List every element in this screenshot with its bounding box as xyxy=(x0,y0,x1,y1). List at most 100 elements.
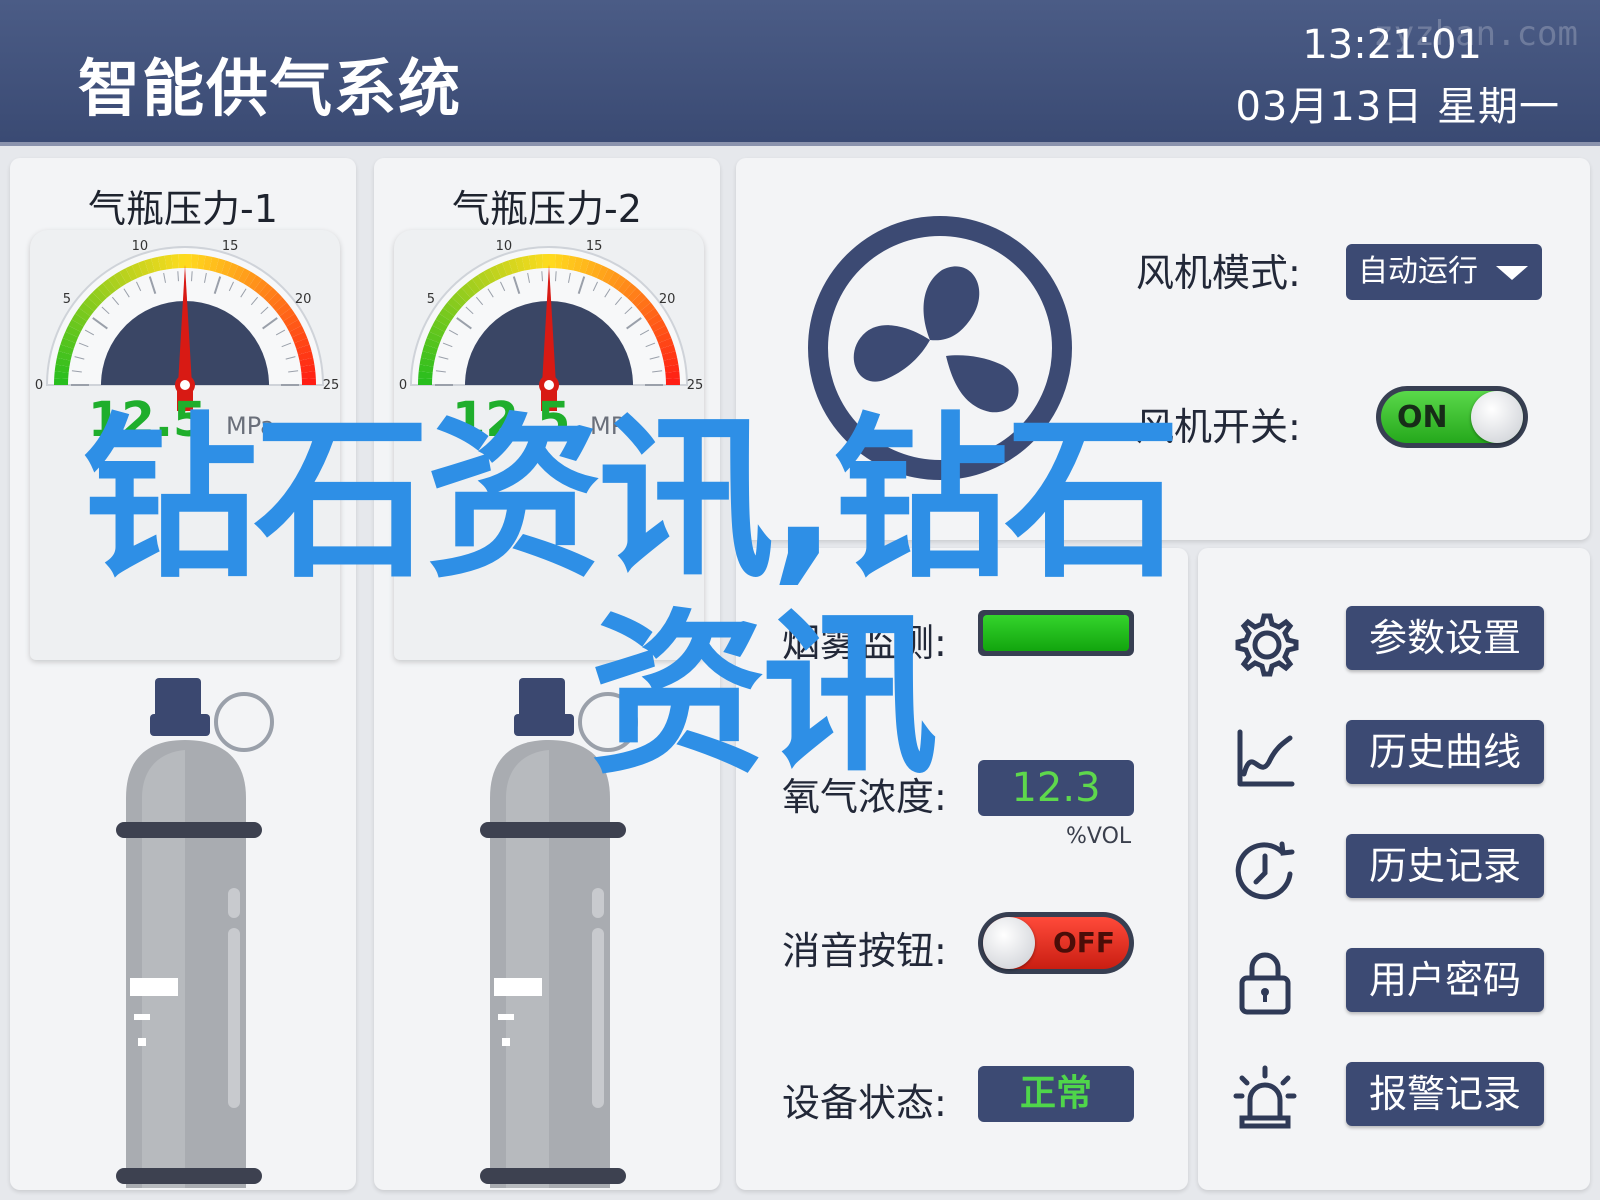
gauge-title: 气瓶压力-1 xyxy=(88,187,278,231)
gauge-tick-label: 10 xyxy=(132,239,149,254)
alarm-light-icon xyxy=(1233,1065,1297,1129)
gauge-arc-segment xyxy=(472,275,486,291)
gas-cylinder-icon xyxy=(480,678,638,1188)
cylinder-highlight xyxy=(228,888,240,918)
gauge-arc-segment xyxy=(424,338,440,349)
gauge-arc-segment xyxy=(75,308,91,322)
gauge-arc-segment xyxy=(639,302,655,317)
gauge-arc-segment xyxy=(267,292,283,307)
gauge-arc-segment xyxy=(301,371,316,379)
gauge-tick-label: 25 xyxy=(687,378,704,393)
gauge-arc-segment xyxy=(528,254,537,270)
gauge-arc-segment xyxy=(435,313,451,327)
cylinder-highlight xyxy=(134,1014,150,1020)
gauge-unit: MPa xyxy=(226,412,275,440)
gauge-arc-segment xyxy=(420,351,436,361)
smoke-indicator-fill xyxy=(983,615,1129,651)
gauge-pivot-center xyxy=(180,380,190,390)
clock-date: 03月13日 星期一 xyxy=(1235,84,1560,130)
gauge-arc-segment xyxy=(144,258,155,274)
gauge-title: 气瓶压力-2 xyxy=(452,187,642,231)
cylinder-shade xyxy=(506,750,549,1188)
menu-button-user-password[interactable]: 用户密码 xyxy=(1346,948,1544,1012)
gauge-arc-segment xyxy=(664,364,680,373)
gauge-arc-segment xyxy=(226,262,239,279)
gauge-arc-segment xyxy=(650,319,666,332)
cylinder-valve-wheel xyxy=(578,692,638,752)
gauge-arc-segment xyxy=(573,256,583,272)
gauge-tick xyxy=(541,271,543,282)
gauge-arc-segment xyxy=(79,302,95,317)
oxygen-unit: %VOL xyxy=(1066,824,1132,849)
gauge-arc-segment xyxy=(579,258,590,274)
gauge-arc-segment xyxy=(443,302,459,317)
gauge-arc-segment xyxy=(60,338,76,349)
gauge-arc-segment xyxy=(271,297,287,312)
gauge-arc-segment xyxy=(663,357,679,367)
gauge-arc-segment xyxy=(157,255,167,271)
gauge-arc-segment xyxy=(283,313,299,327)
gauge-pivot-center xyxy=(544,380,554,390)
cylinder-valve xyxy=(519,678,565,718)
gauge-arc-segment xyxy=(418,364,434,373)
gauge-arc-segment xyxy=(108,275,122,291)
menu-button-alarm-record[interactable]: 报警记录 xyxy=(1346,1062,1544,1126)
device-status-value: 正常 xyxy=(978,1066,1134,1122)
gauge-arc-segment xyxy=(263,287,278,303)
gauge-arc-segment xyxy=(660,344,676,355)
cylinder-highlight xyxy=(498,1014,514,1020)
lock-icon xyxy=(1239,952,1291,1015)
gauge-arc-segment xyxy=(119,268,132,284)
fan-mode-label: 风机模式: xyxy=(1136,251,1301,295)
gauge-arc-segment xyxy=(221,260,232,276)
gauge-arc-segment xyxy=(238,268,251,284)
gauge-arc-segment xyxy=(232,265,245,281)
mute-toggle[interactable]: OFF xyxy=(978,912,1134,974)
menu-button-history-record[interactable]: 历史记录 xyxy=(1346,834,1544,898)
gauge-arc-segment xyxy=(203,255,213,271)
toggle-knob xyxy=(1471,391,1523,443)
gauge-arc-segment xyxy=(461,283,476,299)
gauge-arc-segment xyxy=(561,254,570,270)
gauge-tick-label: 10 xyxy=(496,239,513,254)
fan-mode-select[interactable]: 自动运行 xyxy=(1346,244,1542,300)
menu-button-history-curve[interactable]: 历史曲线 xyxy=(1346,720,1544,784)
gauge-arc-segment xyxy=(508,258,519,274)
gauge-arc-segment xyxy=(113,271,127,287)
device-status-label: 设备状态: xyxy=(782,1081,947,1125)
toggle-state: OFF xyxy=(1052,926,1115,959)
gauge-arc-segment xyxy=(54,371,69,379)
gauge-arc-segment xyxy=(58,344,74,355)
gauge-arc-segment xyxy=(456,287,471,303)
gauge-panel-2: 气瓶压力-2 0 5 10 15 20 25 12.5 MPa xyxy=(374,158,720,1190)
toggle-track: ON xyxy=(1381,391,1523,443)
menu-button-params[interactable]: 参数设置 xyxy=(1346,606,1544,670)
fan-switch-toggle[interactable]: ON xyxy=(1376,386,1528,448)
gauge-arc-segment xyxy=(643,308,659,322)
gauge-arc-segment xyxy=(56,351,72,361)
gauge-arc-segment xyxy=(439,308,455,322)
gauge-arc-segment xyxy=(300,364,316,373)
gauge-tick-label: 15 xyxy=(586,239,603,254)
cylinder-highlight xyxy=(592,888,604,918)
gauge-tick-label: 5 xyxy=(63,292,71,307)
gauge-arc-segment xyxy=(617,279,632,295)
gauge-arc-segment xyxy=(65,325,81,338)
gauge-tick-label: 25 xyxy=(323,378,340,393)
pressure-gauge: 0 5 10 15 20 25 12.5 MPa xyxy=(30,230,340,660)
fan-icon[interactable] xyxy=(802,210,1078,486)
clock-time: 13:21:01 xyxy=(1302,22,1482,68)
chevron-down-icon xyxy=(1496,266,1528,280)
gauge-arc-segment xyxy=(291,331,308,344)
gauge-arc-segment xyxy=(432,319,448,332)
oxygen-value: 12.3 xyxy=(978,760,1134,816)
gauge-arc-segment xyxy=(567,255,577,271)
cylinder-band xyxy=(116,1168,262,1184)
gauge-arc-segment xyxy=(451,292,467,307)
gauge-arc-segment xyxy=(197,254,206,270)
gauge-tick-label: 15 xyxy=(222,239,239,254)
gauge-arc-segment xyxy=(495,262,508,279)
gauge-arc-segment xyxy=(299,357,315,367)
gauge-tick xyxy=(177,271,179,282)
gauge-arc-segment xyxy=(54,364,70,373)
